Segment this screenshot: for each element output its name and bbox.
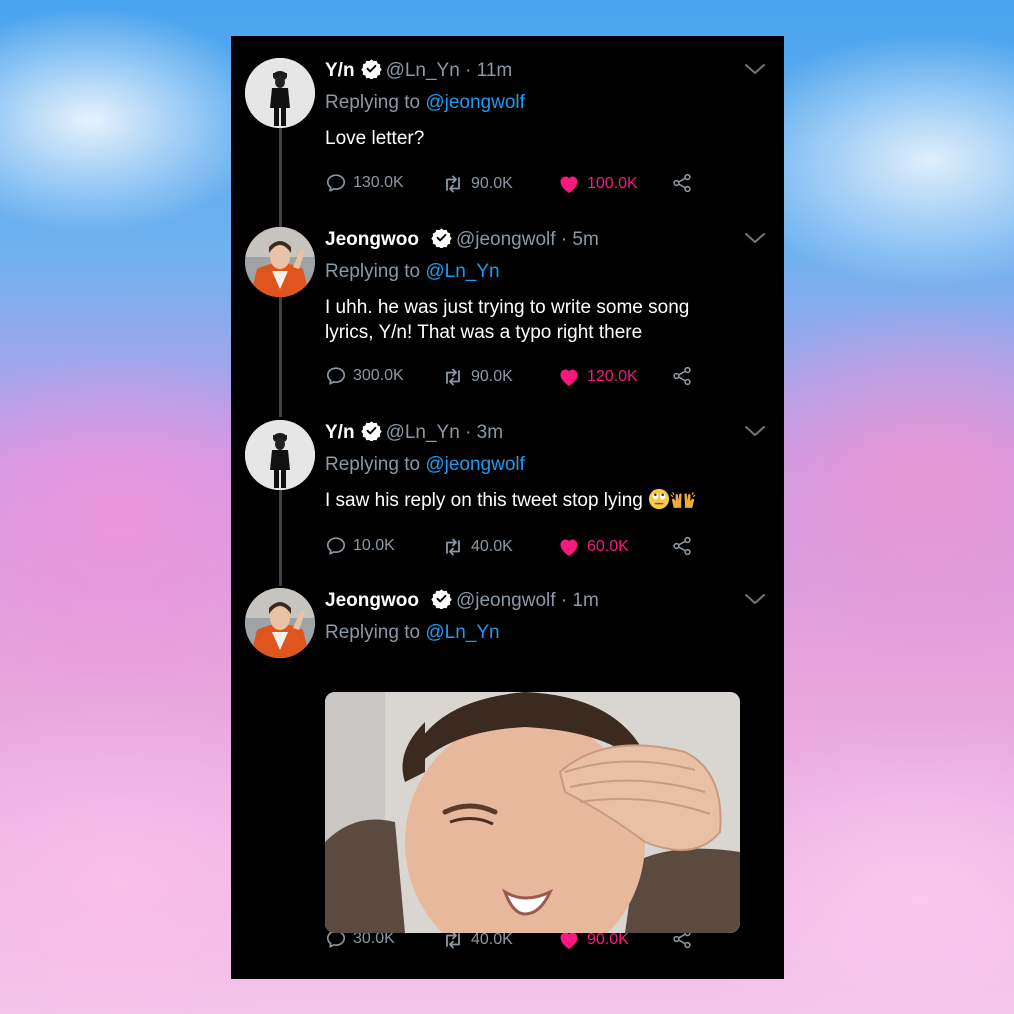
like-button[interactable]: 60.0K	[557, 535, 629, 559]
display-name[interactable]: Jeongwoo	[325, 229, 419, 250]
eye-roll-emoji	[648, 488, 670, 510]
tweet[interactable]: Jeongwoo @jeongwolf · 5m Replying to @Ln_…	[231, 227, 784, 417]
tweet-thread: Y/n @Ln_Yn · 11m Replying to @jeongwolf L…	[231, 36, 784, 979]
timestamp[interactable]: · 1m	[561, 590, 599, 611]
retweet-button[interactable]: 90.0K	[441, 172, 513, 196]
avatar[interactable]	[245, 227, 315, 297]
like-count: 90.0K	[587, 931, 629, 948]
verified-icon	[361, 58, 382, 79]
tweet-text-line: I uhh. he was just trying to write some …	[325, 297, 690, 318]
retweet-count: 90.0K	[471, 368, 513, 385]
reply-icon	[325, 365, 347, 387]
tweet[interactable]: Y/n @Ln_Yn · 11m Replying to @jeongwolf L…	[231, 58, 784, 228]
replying-prefix: Replying to	[325, 622, 421, 643]
retweet-button[interactable]: 90.0K	[441, 365, 513, 389]
replying-to: Replying to @jeongwolf	[325, 454, 525, 476]
chevron-down-icon[interactable]	[744, 592, 766, 606]
verified-icon	[431, 227, 452, 248]
like-button[interactable]: 100.0K	[557, 172, 638, 196]
retweet-icon	[441, 172, 465, 196]
share-icon	[671, 172, 693, 194]
share-icon	[671, 365, 693, 387]
reply-count: 130.0K	[353, 174, 404, 191]
avatar[interactable]	[245, 420, 315, 490]
handle[interactable]: @Ln_Yn	[386, 60, 460, 81]
tweet-media-image[interactable]	[325, 692, 740, 933]
reply-button[interactable]: 130.0K	[325, 172, 404, 194]
retweet-count: 90.0K	[471, 175, 513, 192]
replying-to: Replying to @jeongwolf	[325, 92, 525, 114]
handle[interactable]: @jeongwolf	[456, 229, 556, 250]
tweet-text: Love letter?	[325, 128, 425, 149]
avatar[interactable]	[245, 58, 315, 128]
tweet-header: Jeongwoo @jeongwolf · 5m	[325, 227, 599, 253]
verified-icon	[431, 588, 452, 609]
tweet-actions: 10.0K 40.0K 60.0K	[325, 535, 705, 559]
avatar[interactable]	[245, 588, 315, 658]
share-button[interactable]	[671, 172, 693, 194]
chevron-down-icon[interactable]	[744, 231, 766, 245]
chevron-down-icon[interactable]	[744, 62, 766, 76]
retweet-icon	[441, 535, 465, 559]
handle[interactable]: @Ln_Yn	[386, 422, 460, 443]
reply-count: 300.0K	[353, 367, 404, 384]
replying-prefix: Replying to	[325, 261, 421, 282]
mention-link[interactable]: @jeongwolf	[425, 92, 525, 113]
chevron-down-icon[interactable]	[744, 424, 766, 438]
tweet-header: Y/n @Ln_Yn · 3m	[325, 420, 503, 446]
tweet-text: I saw his reply on this tweet stop lying	[325, 488, 765, 513]
like-icon	[557, 535, 581, 559]
timestamp[interactable]: · 11m	[465, 60, 512, 81]
retweet-count: 40.0K	[471, 931, 513, 948]
display-name[interactable]: Y/n	[325, 422, 355, 443]
share-button[interactable]	[671, 365, 693, 387]
replying-prefix: Replying to	[325, 454, 421, 475]
reply-icon	[325, 172, 347, 194]
replying-to: Replying to @Ln_Yn	[325, 261, 500, 283]
retweet-button[interactable]: 40.0K	[441, 535, 513, 559]
mention-link[interactable]: @Ln_Yn	[425, 261, 499, 282]
like-icon	[557, 172, 581, 196]
mention-link[interactable]: @jeongwolf	[425, 454, 525, 475]
mention-link[interactable]: @Ln_Yn	[425, 622, 499, 643]
like-count: 60.0K	[587, 538, 629, 555]
tweet-text-line: lyrics, Y/n! That was a typo right there	[325, 322, 643, 343]
like-count: 100.0K	[587, 175, 638, 192]
display-name[interactable]: Y/n	[325, 60, 355, 81]
tweet-header: Y/n @Ln_Yn · 11m	[325, 58, 512, 84]
retweet-count: 40.0K	[471, 538, 513, 555]
retweet-icon	[441, 365, 465, 389]
tweet-text-content: I saw his reply on this tweet stop lying	[325, 490, 643, 511]
reply-button[interactable]: 300.0K	[325, 365, 404, 387]
like-icon	[557, 365, 581, 389]
tweet-actions: 130.0K 90.0K 100.0K	[325, 172, 705, 196]
raised-hands-emoji	[670, 491, 696, 510]
timestamp[interactable]: · 5m	[561, 229, 599, 250]
replying-prefix: Replying to	[325, 92, 421, 113]
like-button[interactable]: 120.0K	[557, 365, 638, 389]
verified-icon	[361, 420, 382, 441]
share-icon	[671, 535, 693, 557]
tweet[interactable]: Y/n @Ln_Yn · 3m Replying to @jeongwolf I …	[231, 420, 784, 585]
tweet-text: I uhh. he was just trying to write some …	[325, 295, 755, 345]
reply-icon	[325, 535, 347, 557]
share-button[interactable]	[671, 535, 693, 557]
reply-count: 10.0K	[353, 537, 395, 554]
replying-to: Replying to @Ln_Yn	[325, 622, 500, 644]
crying-boy-photo	[325, 692, 740, 933]
reply-button[interactable]: 10.0K	[325, 535, 395, 557]
handle[interactable]: @jeongwolf	[456, 590, 556, 611]
tweet-actions: 300.0K 90.0K 120.0K	[325, 365, 705, 389]
like-count: 120.0K	[587, 368, 638, 385]
timestamp[interactable]: · 3m	[465, 422, 503, 443]
tweet-header: Jeongwoo @jeongwolf · 1m	[325, 588, 599, 614]
display-name[interactable]: Jeongwoo	[325, 590, 419, 611]
